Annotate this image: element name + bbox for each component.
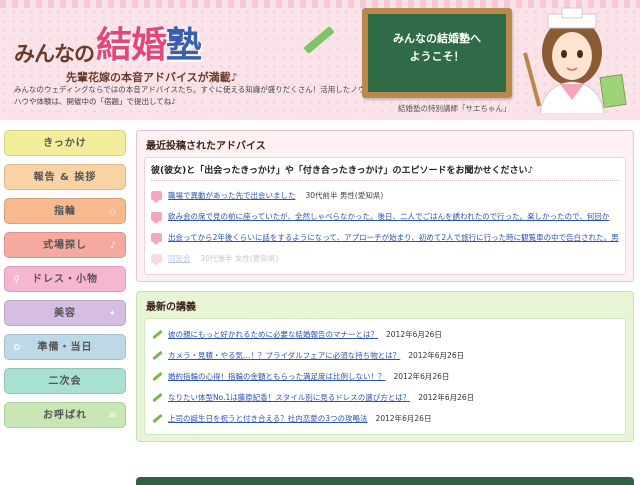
speech-bubble-icon — [151, 233, 162, 245]
next-panel-header — [136, 477, 634, 485]
nav-dress[interactable]: ♀ ドレス・小物 — [4, 266, 126, 292]
site-title-main: 結婚塾 — [96, 16, 202, 68]
pencil-icon — [151, 371, 162, 382]
nav-label: 二次会 — [48, 376, 82, 387]
list-item: カメラ・見積・やる気…！？ブライダルフェアに必須な持ち物とは？ 2012年6月2… — [151, 345, 619, 366]
main-content: 最近投稿されたアドバイス 彼(彼女)と「出会ったきっかけ」や「付き合ったきっかけ… — [136, 130, 634, 451]
bouquet-icon: ✿ — [13, 343, 22, 353]
teacher-illustration — [523, 7, 627, 114]
lecture-link[interactable]: 彼の親にもっと好かれるために必要な結婚報告のマナーとは？ — [168, 329, 378, 340]
list-item: 上司の誕生日を祝うと付き合える？社内恋愛の3つの攻略法 2012年6月26日 — [151, 408, 619, 429]
nav-report-greeting[interactable]: 報告 & 挨拶 — [4, 164, 126, 190]
nav-venue-search[interactable]: 式場探し ♪ — [4, 232, 126, 258]
advice-link[interactable]: 同窓会 — [168, 253, 191, 264]
site-logo[interactable]: みんなの 結婚塾 — [14, 16, 202, 68]
title-char-2: 婚 — [131, 25, 167, 66]
tagline: 先輩花嫁の本音アドバイスが満載♪ — [66, 71, 238, 84]
list-item: なりたい体型No.1は藤原紀香！スタイル別に見るドレスの選び方とは？ 2012年… — [151, 387, 619, 408]
speech-bubble-icon — [151, 191, 162, 203]
title-char-1: 結 — [96, 25, 132, 66]
nav-label: 美容 — [54, 308, 76, 319]
category-nav: きっかけ 報告 & 挨拶 指輪 ◇ 式場探し ♪ ♀ ドレス・小物 美容 ✦ ✿ 準備・当… — [4, 130, 128, 436]
advice-link[interactable]: 職場で異動があった先で出会いました — [168, 190, 296, 201]
advice-meta: 30代後半 女性(愛知県) — [200, 254, 279, 263]
chalkboard-line-1: みんなの結婚塾へ — [393, 32, 481, 45]
title-char-3: 塾 — [166, 25, 202, 66]
question-title[interactable]: 彼(彼女)と「出会ったきっかけ」や「付き合ったきっかけ」のエピソードをお聞かせく… — [151, 163, 619, 181]
pencil-icon — [151, 413, 162, 424]
lecture-date: 2012年6月26日 — [393, 372, 450, 381]
list-item: 飲み会の席で見の前に座っていたが、全然しゃべらなかった。後日、二人でごはんを誘わ… — [151, 206, 619, 227]
latest-lectures-list: 彼の親にもっと好かれるために必要な結婚報告のマナーとは？ 2012年6月26日 … — [144, 318, 626, 435]
latest-lectures-heading: 最新の講義 — [146, 302, 196, 313]
list-item: 同窓会 30代後半 女性(愛知県) — [151, 248, 619, 269]
nav-after-party[interactable]: 二次会 — [4, 368, 126, 394]
advice-link[interactable]: 飲み会の席で見の前に座っていたが、全然しゃべらなかった。後日、二人でごはんを誘わ… — [168, 211, 609, 222]
nav-label: 指輪 — [54, 206, 76, 217]
page: みんなの 結婚塾 先輩花嫁の本音アドバイスが満載♪ みんなのウェディングならでは… — [0, 0, 640, 485]
envelope-icon: ✉ — [108, 411, 117, 421]
nav-label: 式場探し — [43, 240, 87, 251]
list-item: 職場で異動があった先で出会いました 30代前半 男性(愛知県) — [151, 185, 619, 206]
bell-icon: ♪ — [110, 241, 117, 251]
lecture-date: 2012年6月26日 — [375, 414, 432, 423]
dress-icon: ♀ — [13, 275, 21, 285]
site-header: みんなの 結婚塾 先輩花嫁の本音アドバイスが満載♪ みんなのウェディングならでは… — [0, 0, 640, 120]
pencil-icon — [151, 350, 162, 361]
nav-label: ドレス・小物 — [32, 274, 98, 285]
sparkle-icon: ✦ — [108, 309, 117, 319]
list-item: 婚約指輪の心得！指輪の金額ともらった満足度は比例しない！？ 2012年6月26日 — [151, 366, 619, 387]
nav-label: 準備・当日 — [37, 342, 93, 353]
advice-meta: 30代前半 男性(愛知県) — [305, 191, 384, 200]
chalkboard: みんなの結婚塾へ ようこそ！ — [362, 8, 512, 98]
lecture-link[interactable]: 上司の誕生日を祝うと付き合える？社内恋愛の3つの攻略法 — [168, 413, 368, 424]
nav-label: きっかけ — [43, 138, 87, 149]
list-item: 彼の親にもっと好かれるために必要な結婚報告のマナーとは？ 2012年6月26日 — [151, 324, 619, 345]
speech-bubble-icon — [151, 212, 162, 224]
nav-preparation[interactable]: ✿ 準備・当日 — [4, 334, 126, 360]
nav-guest[interactable]: お呼ばれ ✉ — [4, 402, 126, 428]
site-title-prefix: みんなの — [14, 42, 95, 66]
latest-lectures-panel: 最新の講義 彼の親にもっと好かれるために必要な結婚報告のマナーとは？ 2012年… — [136, 291, 634, 442]
nav-ring[interactable]: 指輪 ◇ — [4, 198, 126, 224]
lecture-link[interactable]: なりたい体型No.1は藤原紀香！スタイル別に見るドレスの選び方とは？ — [168, 392, 410, 403]
pencil-icon — [151, 392, 162, 403]
list-item: 出会ってから2年後くらいに話をするようになって、アプローチが始まり、初めて2人で… — [151, 227, 619, 248]
nav-label: お呼ばれ — [43, 410, 87, 421]
lecture-date: 2012年6月26日 — [386, 330, 442, 339]
nav-kikkake[interactable]: きっかけ — [4, 130, 126, 156]
ring-icon: ◇ — [109, 207, 117, 217]
advice-link[interactable]: 出会ってから2年後くらいに話をするようになって、アプローチが始まり、初めて2人で… — [168, 232, 619, 243]
lecture-link[interactable]: カメラ・見積・やる気…！？ブライダルフェアに必須な持ち物とは？ — [168, 350, 400, 361]
teacher-caption: 結婚塾の特別講師「サエちゃん」 — [398, 104, 511, 113]
chalkboard-line-2: ようこそ！ — [409, 50, 465, 63]
intro-text: みんなのウェディングならではの本音アドバイスたち。すぐに使える知識が盛りだくさん… — [14, 85, 366, 106]
nav-label: 報告 & 挨拶 — [33, 172, 97, 183]
speech-bubble-icon — [151, 254, 162, 266]
lecture-link[interactable]: 婚約指輪の心得！指輪の金額ともらった満足度は比例しない！？ — [168, 371, 386, 382]
recent-advice-list: 彼(彼女)と「出会ったきっかけ」や「付き合ったきっかけ」のエピソードをお聞かせく… — [144, 157, 626, 275]
lecture-date: 2012年6月26日 — [418, 393, 475, 402]
lecture-date: 2012年6月26日 — [408, 351, 465, 360]
recent-advice-panel: 最近投稿されたアドバイス 彼(彼女)と「出会ったきっかけ」や「付き合ったきっかけ… — [136, 130, 634, 282]
recent-advice-heading: 最近投稿されたアドバイス — [146, 141, 266, 152]
pencil-icon — [151, 329, 162, 340]
nav-beauty[interactable]: 美容 ✦ — [4, 300, 126, 326]
